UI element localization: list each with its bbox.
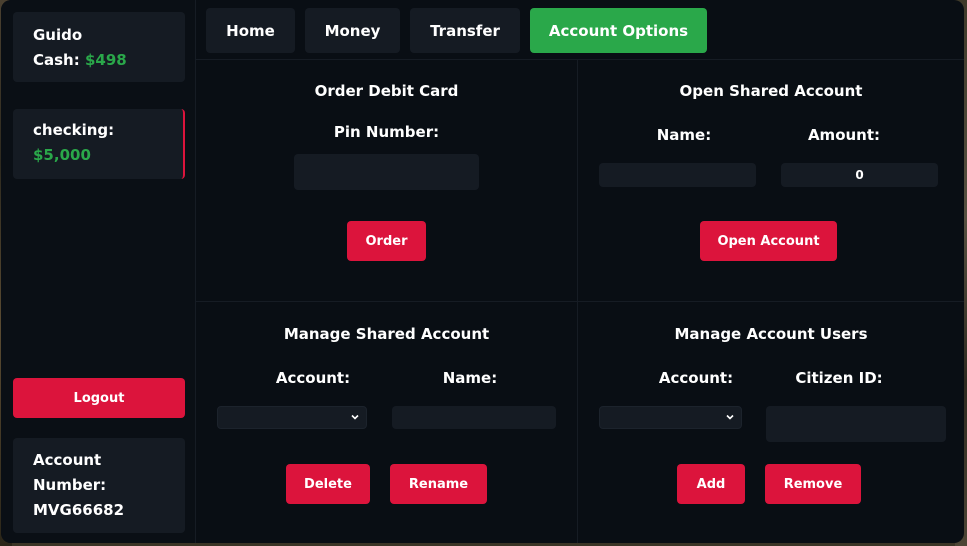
divider-vertical [577,59,578,543]
bank-app-window: Guido Cash: $498 checking: $5,000 Logout… [1,0,964,543]
shared-name-input[interactable] [599,163,756,187]
manage-shared-account-select[interactable] [217,406,367,429]
manage-shared-title: Manage Shared Account [283,325,490,343]
user-name: Guido [33,26,83,44]
cash-row: Cash: $498 [33,48,165,73]
tab-transfer[interactable]: Transfer [410,8,520,53]
checking-account-card[interactable]: checking: $5,000 [13,109,185,179]
sidebar: Guido Cash: $498 checking: $5,000 Logout… [1,0,196,543]
manage-users-title: Manage Account Users [674,325,868,343]
pin-number-label: Pin Number: [333,123,440,141]
open-shared-title: Open Shared Account [679,82,863,100]
pin-number-input[interactable] [294,154,479,190]
tab-money[interactable]: Money [305,8,400,53]
user-card: Guido Cash: $498 [13,12,185,82]
order-button[interactable]: Order [347,221,426,261]
citizen-id-label: Citizen ID: [795,369,883,387]
checking-label: checking: [33,121,115,139]
manage-shared-name-input[interactable] [392,406,556,429]
shared-name-label: Name: [656,126,712,144]
account-number-value: MVG66682 [33,501,125,519]
tab-home[interactable]: Home [206,8,295,53]
divider-top [196,59,964,60]
account-number-card: Account Number: MVG66682 [13,438,185,533]
account-number-label-2: Number: [33,476,107,494]
order-card-title: Order Debit Card [314,82,459,100]
add-button[interactable]: Add [677,464,745,504]
shared-amount-label: Amount: [807,126,881,144]
manage-users-account-select[interactable] [599,406,742,429]
tab-account-options[interactable]: Account Options [530,8,707,53]
manage-shared-account-label: Account: [275,369,351,387]
manage-shared-name-label: Name: [442,369,498,387]
chevron-down-icon [726,414,734,420]
logout-button[interactable]: Logout [13,378,185,418]
cash-label: Cash: [33,51,80,69]
shared-amount-input[interactable]: 0 [781,163,938,187]
delete-button[interactable]: Delete [286,464,370,504]
cash-value: $498 [84,51,127,69]
open-account-button[interactable]: Open Account [700,221,837,261]
account-number-label-1: Account [33,451,102,469]
checking-balance: $5,000 [33,146,91,164]
remove-button[interactable]: Remove [765,464,861,504]
divider-middle [196,301,964,302]
chevron-down-icon [351,414,359,420]
rename-button[interactable]: Rename [390,464,487,504]
citizen-id-input[interactable] [766,406,946,442]
